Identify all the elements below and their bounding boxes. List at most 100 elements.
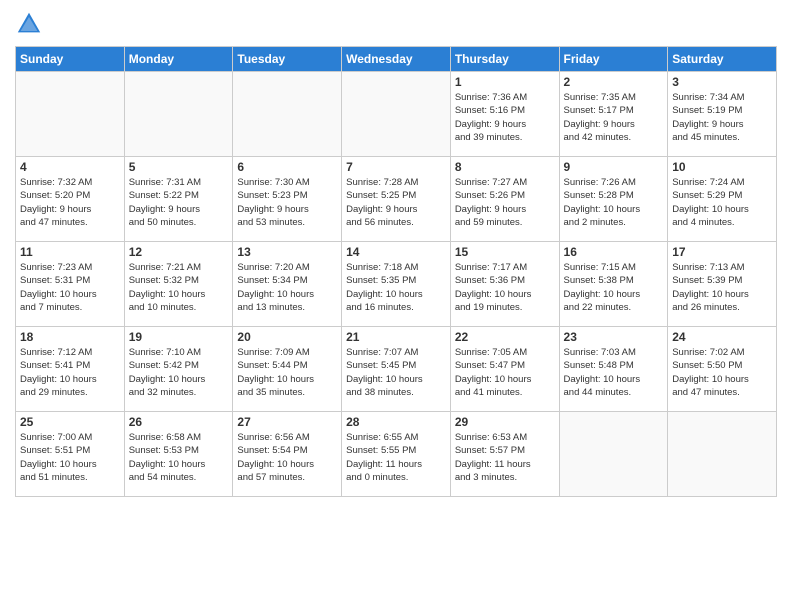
calendar-cell: 29Sunrise: 6:53 AM Sunset: 5:57 PM Dayli… <box>450 412 559 497</box>
calendar-cell: 22 Sunrise: 7:05 AM Sunset: 5:47 PM Dayli… <box>450 327 559 412</box>
calendar-cell: 13 Sunrise: 7:20 AM Sunset: 5:34 PM Dayli… <box>233 242 342 327</box>
day-info: Sunrise: 7:12 AM Sunset: 5:41 PM Dayligh… <box>20 346 120 399</box>
calendar-cell: 5 Sunrise: 7:31 AM Sunset: 5:22 PM Daylig… <box>124 157 233 242</box>
day-number: 19 <box>129 330 229 344</box>
day-number: 28 <box>346 415 446 429</box>
calendar-cell: 6 Sunrise: 7:30 AM Sunset: 5:23 PM Daylig… <box>233 157 342 242</box>
calendar-cell <box>559 412 668 497</box>
day-info: Sunrise: 6:55 AM Sunset: 5:55 PM Dayligh… <box>346 431 446 484</box>
day-number: 26 <box>129 415 229 429</box>
calendar-cell: 1 Sunrise: 7:36 AM Sunset: 5:16 PM Daylig… <box>450 72 559 157</box>
calendar-cell <box>16 72 125 157</box>
day-number: 13 <box>237 245 337 259</box>
day-number: 3 <box>672 75 772 89</box>
day-info: Sunrise: 7:32 AM Sunset: 5:20 PM Dayligh… <box>20 176 120 229</box>
day-number: 23 <box>564 330 664 344</box>
day-number: 2 <box>564 75 664 89</box>
day-info: Sunrise: 7:18 AM Sunset: 5:35 PM Dayligh… <box>346 261 446 314</box>
calendar-week-4: 18 Sunrise: 7:12 AM Sunset: 5:41 PM Dayli… <box>16 327 777 412</box>
day-number: 12 <box>129 245 229 259</box>
day-info: Sunrise: 7:30 AM Sunset: 5:23 PM Dayligh… <box>237 176 337 229</box>
day-info: Sunrise: 7:15 AM Sunset: 5:38 PM Dayligh… <box>564 261 664 314</box>
calendar-cell: 8Sunrise: 7:27 AM Sunset: 5:26 PM Daylig… <box>450 157 559 242</box>
calendar-cell: 4 Sunrise: 7:32 AM Sunset: 5:20 PM Daylig… <box>16 157 125 242</box>
calendar-header-row: SundayMondayTuesdayWednesdayThursdayFrid… <box>16 47 777 72</box>
day-info: Sunrise: 7:36 AM Sunset: 5:16 PM Dayligh… <box>455 91 555 144</box>
calendar-cell: 23 Sunrise: 7:03 AM Sunset: 5:48 PM Dayli… <box>559 327 668 412</box>
day-number: 27 <box>237 415 337 429</box>
calendar-cell: 21 Sunrise: 7:07 AM Sunset: 5:45 PM Dayli… <box>342 327 451 412</box>
day-number: 10 <box>672 160 772 174</box>
day-number: 5 <box>129 160 229 174</box>
calendar-week-5: 25 Sunrise: 7:00 AM Sunset: 5:51 PM Dayli… <box>16 412 777 497</box>
calendar-cell: 27 Sunrise: 6:56 AM Sunset: 5:54 PM Dayli… <box>233 412 342 497</box>
day-number: 16 <box>564 245 664 259</box>
calendar-cell: 28 Sunrise: 6:55 AM Sunset: 5:55 PM Dayli… <box>342 412 451 497</box>
day-number: 9 <box>564 160 664 174</box>
calendar-week-1: 1 Sunrise: 7:36 AM Sunset: 5:16 PM Daylig… <box>16 72 777 157</box>
day-number: 17 <box>672 245 772 259</box>
calendar-cell: 7 Sunrise: 7:28 AM Sunset: 5:25 PM Daylig… <box>342 157 451 242</box>
day-info: Sunrise: 6:58 AM Sunset: 5:53 PM Dayligh… <box>129 431 229 484</box>
day-info: Sunrise: 7:17 AM Sunset: 5:36 PM Dayligh… <box>455 261 555 314</box>
day-info: Sunrise: 7:07 AM Sunset: 5:45 PM Dayligh… <box>346 346 446 399</box>
day-number: 25 <box>20 415 120 429</box>
calendar-cell: 12 Sunrise: 7:21 AM Sunset: 5:32 PM Dayli… <box>124 242 233 327</box>
calendar-weekday-friday: Friday <box>559 47 668 72</box>
calendar-weekday-saturday: Saturday <box>668 47 777 72</box>
day-info: Sunrise: 7:20 AM Sunset: 5:34 PM Dayligh… <box>237 261 337 314</box>
calendar-week-3: 11Sunrise: 7:23 AM Sunset: 5:31 PM Dayli… <box>16 242 777 327</box>
day-number: 21 <box>346 330 446 344</box>
logo <box>15 10 47 38</box>
day-number: 18 <box>20 330 120 344</box>
calendar-cell: 9 Sunrise: 7:26 AM Sunset: 5:28 PM Daylig… <box>559 157 668 242</box>
calendar-cell: 20 Sunrise: 7:09 AM Sunset: 5:44 PM Dayli… <box>233 327 342 412</box>
calendar-weekday-wednesday: Wednesday <box>342 47 451 72</box>
day-info: Sunrise: 7:35 AM Sunset: 5:17 PM Dayligh… <box>564 91 664 144</box>
calendar-weekday-sunday: Sunday <box>16 47 125 72</box>
day-info: Sunrise: 7:09 AM Sunset: 5:44 PM Dayligh… <box>237 346 337 399</box>
calendar-weekday-thursday: Thursday <box>450 47 559 72</box>
calendar-weekday-monday: Monday <box>124 47 233 72</box>
calendar-cell: 25 Sunrise: 7:00 AM Sunset: 5:51 PM Dayli… <box>16 412 125 497</box>
day-info: Sunrise: 7:03 AM Sunset: 5:48 PM Dayligh… <box>564 346 664 399</box>
calendar-cell: 11Sunrise: 7:23 AM Sunset: 5:31 PM Dayli… <box>16 242 125 327</box>
day-info: Sunrise: 7:00 AM Sunset: 5:51 PM Dayligh… <box>20 431 120 484</box>
day-number: 20 <box>237 330 337 344</box>
day-info: Sunrise: 7:26 AM Sunset: 5:28 PM Dayligh… <box>564 176 664 229</box>
day-number: 6 <box>237 160 337 174</box>
day-info: Sunrise: 7:24 AM Sunset: 5:29 PM Dayligh… <box>672 176 772 229</box>
day-number: 4 <box>20 160 120 174</box>
day-info: Sunrise: 7:10 AM Sunset: 5:42 PM Dayligh… <box>129 346 229 399</box>
calendar-cell <box>124 72 233 157</box>
calendar-cell: 15 Sunrise: 7:17 AM Sunset: 5:36 PM Dayli… <box>450 242 559 327</box>
page: SundayMondayTuesdayWednesdayThursdayFrid… <box>0 0 792 612</box>
day-info: Sunrise: 7:21 AM Sunset: 5:32 PM Dayligh… <box>129 261 229 314</box>
day-number: 24 <box>672 330 772 344</box>
day-info: Sunrise: 7:23 AM Sunset: 5:31 PM Dayligh… <box>20 261 120 314</box>
calendar-cell: 26 Sunrise: 6:58 AM Sunset: 5:53 PM Dayli… <box>124 412 233 497</box>
day-info: Sunrise: 7:13 AM Sunset: 5:39 PM Dayligh… <box>672 261 772 314</box>
calendar-cell: 17 Sunrise: 7:13 AM Sunset: 5:39 PM Dayli… <box>668 242 777 327</box>
calendar-cell: 19 Sunrise: 7:10 AM Sunset: 5:42 PM Dayli… <box>124 327 233 412</box>
calendar-week-2: 4 Sunrise: 7:32 AM Sunset: 5:20 PM Daylig… <box>16 157 777 242</box>
calendar-cell: 10 Sunrise: 7:24 AM Sunset: 5:29 PM Dayli… <box>668 157 777 242</box>
calendar-cell: 24 Sunrise: 7:02 AM Sunset: 5:50 PM Dayli… <box>668 327 777 412</box>
day-number: 15 <box>455 245 555 259</box>
day-number: 8 <box>455 160 555 174</box>
day-info: Sunrise: 7:31 AM Sunset: 5:22 PM Dayligh… <box>129 176 229 229</box>
day-info: Sunrise: 7:02 AM Sunset: 5:50 PM Dayligh… <box>672 346 772 399</box>
calendar-cell <box>342 72 451 157</box>
day-number: 7 <box>346 160 446 174</box>
day-number: 1 <box>455 75 555 89</box>
day-number: 22 <box>455 330 555 344</box>
calendar-cell <box>233 72 342 157</box>
day-info: Sunrise: 7:28 AM Sunset: 5:25 PM Dayligh… <box>346 176 446 229</box>
day-info: Sunrise: 6:56 AM Sunset: 5:54 PM Dayligh… <box>237 431 337 484</box>
calendar-cell: 16 Sunrise: 7:15 AM Sunset: 5:38 PM Dayli… <box>559 242 668 327</box>
calendar-cell <box>668 412 777 497</box>
calendar-cell: 18 Sunrise: 7:12 AM Sunset: 5:41 PM Dayli… <box>16 327 125 412</box>
calendar-cell: 2 Sunrise: 7:35 AM Sunset: 5:17 PM Daylig… <box>559 72 668 157</box>
day-info: Sunrise: 7:05 AM Sunset: 5:47 PM Dayligh… <box>455 346 555 399</box>
day-number: 29 <box>455 415 555 429</box>
